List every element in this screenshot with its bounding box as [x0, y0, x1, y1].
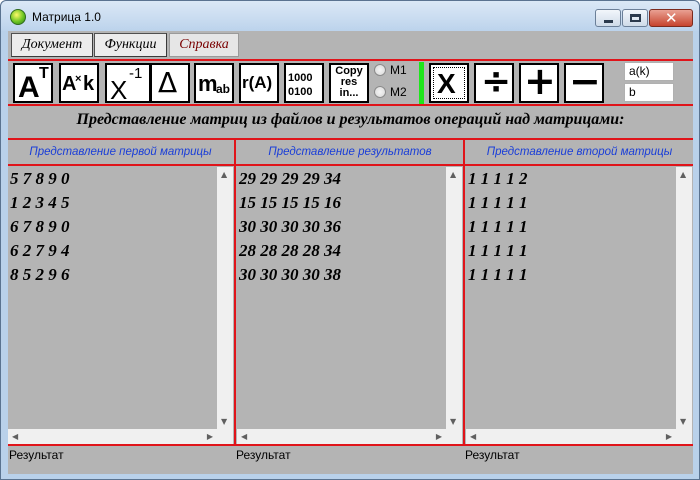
inverse-button[interactable]: X -1	[105, 63, 151, 103]
multiply-button[interactable]: X	[429, 63, 469, 103]
title-bar[interactable]: Матрица 1.0 ✕	[1, 1, 699, 31]
close-button[interactable]: ✕	[649, 9, 693, 27]
menu-document[interactable]: Документ	[11, 33, 93, 57]
result-matrix-textarea[interactable]: 29 29 29 29 34 15 15 15 15 16 30 30 30 3…	[237, 167, 445, 445]
middle-result-label: Результат	[236, 448, 291, 462]
operation-separator	[419, 62, 424, 104]
minor-button[interactable]: m ab	[194, 63, 234, 103]
divide-button[interactable]: ÷	[474, 63, 514, 103]
radio-m1-circle[interactable]	[374, 64, 386, 76]
toolbar: A T A × k X -1 Δ m ab r(A) 1000 0100 Cop…	[8, 60, 693, 104]
scroll-right-icon[interactable]: ▶	[436, 432, 442, 441]
radio-m1-label: M1	[390, 63, 407, 77]
scroll-up-icon[interactable]: ▲	[221, 170, 227, 179]
maximize-button[interactable]	[622, 9, 648, 27]
scalar-k: k	[83, 73, 95, 95]
scroll-right-icon[interactable]: ▶	[666, 432, 672, 441]
radio-m2-label: M2	[390, 85, 407, 99]
divider-panel-headers	[8, 164, 693, 166]
result-matrix-hscroll[interactable]: ◀ ▶	[237, 429, 446, 445]
close-icon: ✕	[665, 9, 678, 27]
result-matrix-vscroll[interactable]: ▲ ▼	[446, 167, 462, 429]
scroll-right-icon[interactable]: ▶	[207, 432, 213, 441]
subtract-icon: −	[569, 63, 601, 103]
scroll-corner	[446, 429, 462, 445]
app-window: Матрица 1.0 ✕ Документ Функции Справка A…	[0, 0, 700, 480]
radio-m2-circle[interactable]	[374, 86, 386, 98]
first-matrix-vscroll[interactable]: ▲ ▼	[217, 167, 233, 429]
scroll-up-icon[interactable]: ▲	[450, 170, 456, 179]
second-matrix-header: Представление второй матрицы	[486, 146, 673, 158]
divider-bottom	[8, 444, 693, 446]
scroll-left-icon[interactable]: ◀	[241, 432, 247, 441]
second-matrix-vscroll[interactable]: ▲ ▼	[676, 167, 692, 429]
inverse-sup: -1	[129, 65, 143, 82]
scroll-corner	[676, 429, 692, 445]
minor-base: m	[198, 71, 218, 96]
client-area: Документ Функции Справка A T A × k X -1 …	[8, 31, 693, 474]
panel-separator-1	[234, 140, 236, 446]
rank-button[interactable]: r(A)	[239, 63, 279, 103]
menu-bar: Документ Функции Справка	[8, 31, 693, 58]
scroll-left-icon[interactable]: ◀	[470, 432, 476, 441]
determinant-button[interactable]: Δ	[150, 63, 190, 103]
copy-result-button[interactable]: Copy res in...	[329, 63, 369, 103]
app-icon	[10, 9, 26, 25]
binary-line2: 0100	[288, 86, 313, 98]
minor-sub: ab	[216, 82, 231, 96]
multiply-icon: X	[437, 68, 456, 99]
transpose-button[interactable]: A T	[13, 63, 53, 103]
window-title: Матрица 1.0	[32, 10, 101, 24]
menu-functions[interactable]: Функции	[94, 33, 167, 57]
scalar-op: ×	[75, 73, 82, 85]
first-matrix-header: Представление первой матрицы	[29, 146, 212, 158]
add-button[interactable]: +	[519, 63, 559, 103]
page-heading: Представление матриц из файлов и результ…	[76, 111, 625, 128]
scroll-down-icon[interactable]: ▼	[221, 417, 227, 426]
minimize-button[interactable]	[595, 9, 621, 27]
transpose-base: A	[18, 71, 40, 103]
scroll-down-icon[interactable]: ▼	[680, 417, 686, 426]
scroll-up-icon[interactable]: ▲	[680, 170, 686, 179]
panel-separator-2	[463, 140, 465, 446]
determinant-symbol: Δ	[158, 66, 178, 99]
second-result-label: Результат	[465, 448, 520, 462]
scroll-left-icon[interactable]: ◀	[12, 432, 18, 441]
inverse-base: X	[110, 75, 128, 103]
first-matrix-textarea[interactable]: 5 7 8 9 0 1 2 3 4 5 6 7 8 9 0 6 2 7 9 4 …	[8, 167, 216, 445]
scalar-ak-field[interactable]: a(k)	[624, 62, 674, 81]
rank-label: r(A)	[242, 73, 273, 92]
binary-matrix-button[interactable]: 1000 0100	[284, 63, 324, 103]
first-matrix-hscroll[interactable]: ◀ ▶	[8, 429, 217, 445]
scalar-multiply-button[interactable]: A × k	[59, 63, 99, 103]
scroll-down-icon[interactable]: ▼	[450, 417, 456, 426]
result-matrix-header: Представление результатов	[268, 146, 432, 158]
minimize-icon	[604, 20, 613, 23]
divide-icon: ÷	[481, 63, 512, 102]
subtract-button[interactable]: −	[564, 63, 604, 103]
menu-help[interactable]: Справка	[169, 33, 239, 57]
maximize-icon	[630, 14, 641, 22]
transpose-sup: T	[39, 65, 49, 82]
first-result-label: Результат	[9, 448, 64, 462]
binary-line1: 1000	[288, 72, 313, 84]
divider-toolbar	[8, 104, 693, 106]
scalar-b-field[interactable]: b	[624, 83, 674, 102]
second-matrix-hscroll[interactable]: ◀ ▶	[466, 429, 676, 445]
scroll-corner	[217, 429, 233, 445]
second-matrix-textarea[interactable]: 1 1 1 1 2 1 1 1 1 1 1 1 1 1 1 1 1 1 1 1 …	[466, 167, 675, 445]
add-icon: +	[524, 63, 556, 103]
copy-line3: in...	[339, 87, 359, 99]
